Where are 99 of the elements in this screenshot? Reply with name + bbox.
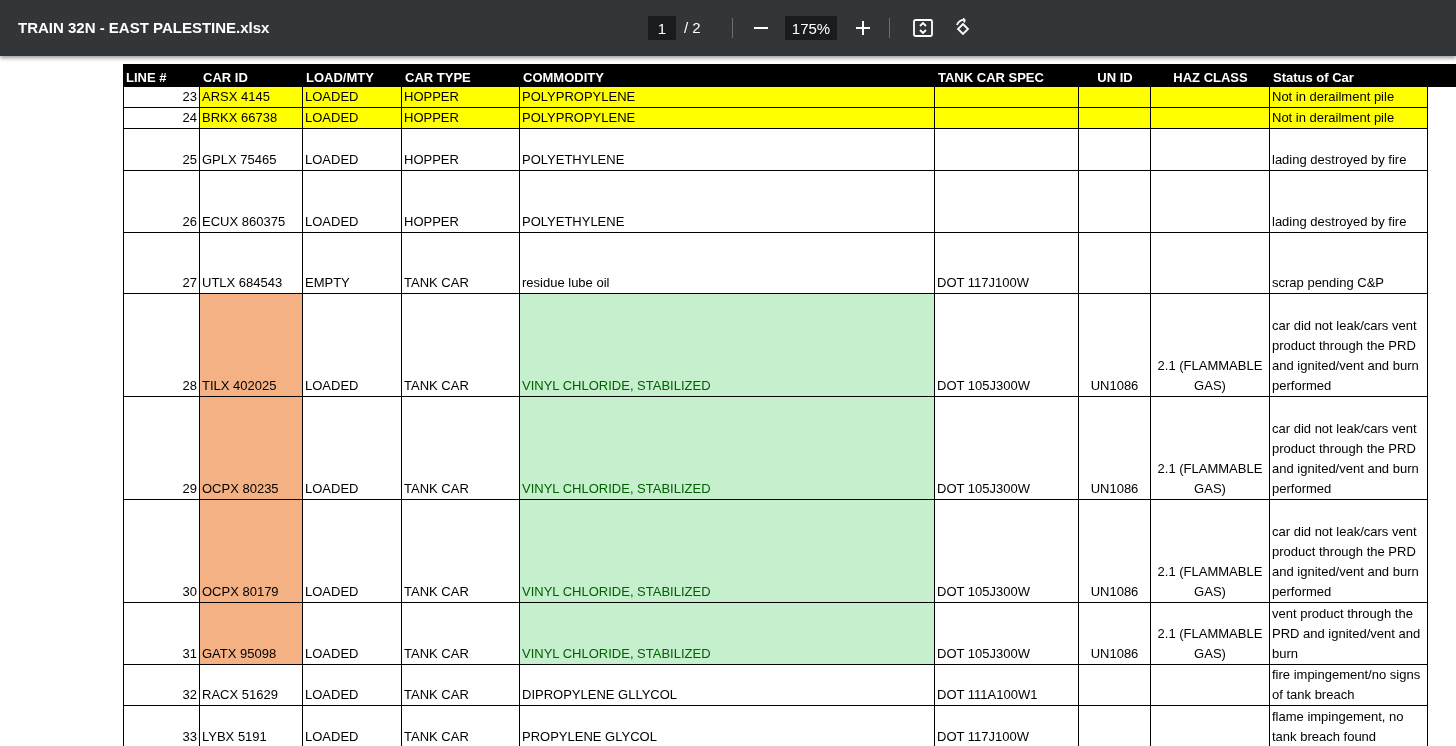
table-cell: TANK CAR bbox=[402, 500, 520, 603]
table-cell: TANK CAR bbox=[402, 603, 520, 665]
table-cell bbox=[1079, 233, 1151, 294]
table-cell: DOT 105J300W bbox=[935, 603, 1079, 665]
table-cell: PROPYLENE GLYCOL bbox=[520, 706, 935, 746]
table-cell: 2.1 (FLAMMABLE GAS) bbox=[1151, 294, 1270, 397]
table-cell: scrap pending C&P bbox=[1270, 233, 1428, 294]
column-header: CAR ID bbox=[202, 69, 249, 87]
table-cell: 30 bbox=[123, 500, 200, 603]
table-cell: car did not leak/cars vent product through the PRD and ignited/vent and burn performed bbox=[1270, 397, 1428, 500]
table-cell: DOT 105J300W bbox=[935, 500, 1079, 603]
table-cell: POLYPROPYLENE bbox=[520, 87, 935, 108]
table-cell: DOT 117J100W bbox=[935, 233, 1079, 294]
table-cell: UN1086 bbox=[1079, 603, 1151, 665]
table-cell: car did not leak/cars vent product through the PRD and ignited/vent and burn performed bbox=[1270, 294, 1428, 397]
column-header: LOAD/MTY bbox=[305, 69, 375, 87]
column-header: UN ID bbox=[1096, 69, 1134, 87]
page-total: / 2 bbox=[684, 17, 702, 38]
table-cell: 31 bbox=[123, 603, 200, 665]
table-cell: DOT 105J300W bbox=[935, 294, 1079, 397]
table-cell: POLYPROPYLENE bbox=[520, 108, 935, 129]
fit-page-icon bbox=[913, 19, 933, 37]
table-cell: lading destroyed by fire bbox=[1270, 129, 1428, 171]
table-cell: 2.1 (FLAMMABLE GAS) bbox=[1151, 397, 1270, 500]
table-cell: UN1086 bbox=[1079, 500, 1151, 603]
table-cell: OCPX 80179 bbox=[200, 500, 303, 603]
table-cell: 32 bbox=[123, 665, 200, 706]
column-header: Status of Car bbox=[1272, 69, 1355, 87]
table-cell: OCPX 80235 bbox=[200, 397, 303, 500]
table-cell: 29 bbox=[123, 397, 200, 500]
table-cell: TILX 402025 bbox=[200, 294, 303, 397]
table-cell: HOPPER bbox=[402, 171, 520, 233]
table-cell: 2.1 (FLAMMABLE GAS) bbox=[1151, 603, 1270, 665]
table-cell: HOPPER bbox=[402, 87, 520, 108]
table-cell: LOADED bbox=[303, 87, 402, 108]
table-cell: 33 bbox=[123, 706, 200, 746]
table-cell: TANK CAR bbox=[402, 233, 520, 294]
table-cell: LOADED bbox=[303, 294, 402, 397]
table-cell: LOADED bbox=[303, 500, 402, 603]
table-cell: DOT 111A100W1 bbox=[935, 665, 1079, 706]
table-cell: flame impingement, no tank breach found bbox=[1270, 706, 1428, 746]
table-cell: GATX 95098 bbox=[200, 603, 303, 665]
table-cell: VINYL CHLORIDE, STABILIZED bbox=[520, 294, 935, 397]
table-cell: LOADED bbox=[303, 397, 402, 500]
table-cell: HOPPER bbox=[402, 108, 520, 129]
table-cell: UN1086 bbox=[1079, 397, 1151, 500]
table-cell: Not in derailment pile bbox=[1270, 108, 1428, 129]
table-cell: LOADED bbox=[303, 603, 402, 665]
table-cell: ECUX 860375 bbox=[200, 171, 303, 233]
table-cell: 23 bbox=[123, 87, 200, 108]
table-cell: ARSX 4145 bbox=[200, 87, 303, 108]
table-cell: DIPROPYLENE GLLYCOL bbox=[520, 665, 935, 706]
table-cell: VINYL CHLORIDE, STABILIZED bbox=[520, 500, 935, 603]
table-cell: TANK CAR bbox=[402, 706, 520, 746]
column-header: COMMODITY bbox=[522, 69, 605, 87]
table-cell: POLYETHYLENE bbox=[520, 129, 935, 171]
column-header: LINE # bbox=[125, 69, 168, 87]
column-header: HAZ CLASS bbox=[1172, 69, 1249, 87]
table-cell: TANK CAR bbox=[402, 397, 520, 500]
table-cell: RACX 51629 bbox=[200, 665, 303, 706]
table-cell: TANK CAR bbox=[402, 665, 520, 706]
table-cell: VINYL CHLORIDE, STABILIZED bbox=[520, 397, 935, 500]
table-cell: TANK CAR bbox=[402, 294, 520, 397]
table-cell: residue lube oil bbox=[520, 233, 935, 294]
table-cell: 2.1 (FLAMMABLE GAS) bbox=[1151, 500, 1270, 603]
table-cell: 26 bbox=[123, 171, 200, 233]
table-cell: 27 bbox=[123, 233, 200, 294]
table-cell bbox=[1079, 129, 1151, 171]
table-cell: LOADED bbox=[303, 665, 402, 706]
table-cell bbox=[1079, 108, 1151, 129]
table-cell: 24 bbox=[123, 108, 200, 129]
table-cell: LYBX 5191 bbox=[200, 706, 303, 746]
table-cell: 28 bbox=[123, 294, 200, 397]
table-cell: DOT 105J300W bbox=[935, 397, 1079, 500]
column-header: CAR TYPE bbox=[404, 69, 472, 87]
table-cell: EMPTY bbox=[303, 233, 402, 294]
table-cell: LOADED bbox=[303, 171, 402, 233]
table-cell bbox=[1079, 171, 1151, 233]
table-cell: HOPPER bbox=[402, 129, 520, 171]
minus-icon bbox=[754, 27, 768, 29]
column-header: TANK CAR SPEC bbox=[937, 69, 1045, 87]
table-cell: POLYETHYLENE bbox=[520, 171, 935, 233]
plus-icon bbox=[856, 21, 870, 35]
table-cell: lading destroyed by fire bbox=[1270, 171, 1428, 233]
table-cell bbox=[1079, 665, 1151, 706]
table-cell: GPLX 75465 bbox=[200, 129, 303, 171]
table-cell: DOT 117J100W bbox=[935, 706, 1079, 746]
zoom-level-field[interactable]: 175% bbox=[785, 16, 837, 40]
table-cell: LOADED bbox=[303, 129, 402, 171]
document-title: TRAIN 32N - EAST PALESTINE.xlsx bbox=[18, 17, 271, 38]
table-cell: LOADED bbox=[303, 706, 402, 746]
table-cell: VINYL CHLORIDE, STABILIZED bbox=[520, 603, 935, 665]
table-cell: Not in derailment pile bbox=[1270, 87, 1428, 108]
table-cell: 25 bbox=[123, 129, 200, 171]
page-number-field[interactable]: 1 bbox=[648, 16, 676, 40]
table-cell: LOADED bbox=[303, 108, 402, 129]
table-cell: UTLX 684543 bbox=[200, 233, 303, 294]
table-cell: BRKX 66738 bbox=[200, 108, 303, 129]
table-cell: UN1086 bbox=[1079, 294, 1151, 397]
